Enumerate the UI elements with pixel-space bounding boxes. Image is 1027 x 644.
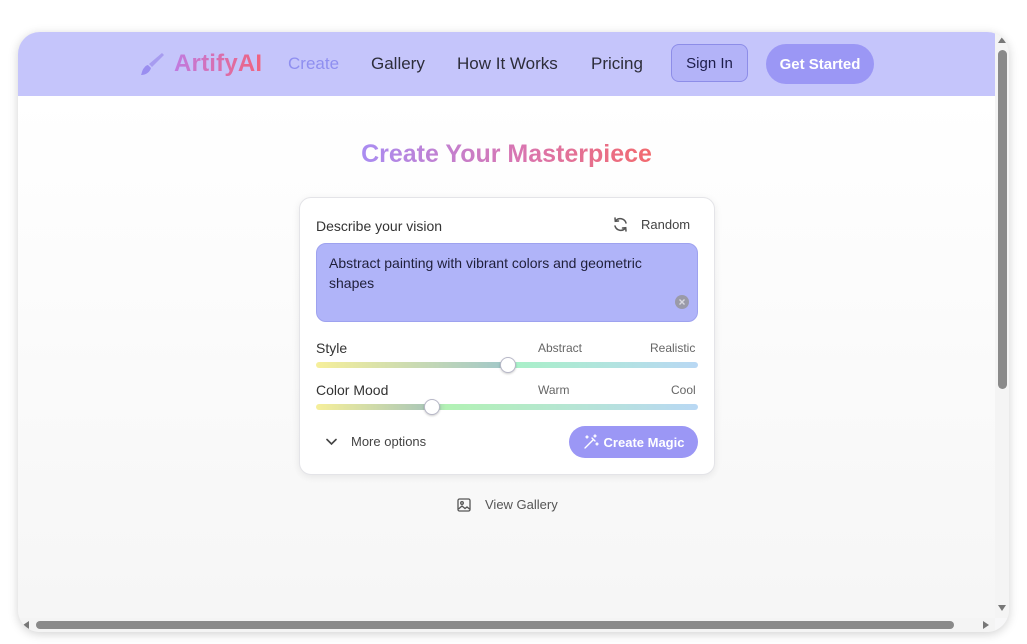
vision-label: Describe your vision — [316, 218, 443, 234]
horizontal-scroll-thumb[interactable] — [36, 621, 954, 629]
create-magic-button[interactable]: Create Magic — [569, 426, 698, 458]
scroll-up-arrow-icon[interactable] — [998, 37, 1006, 43]
prompt-input[interactable]: Abstract painting with vibrant colors an… — [316, 243, 698, 322]
chevron-down-icon — [326, 438, 337, 445]
nav-gallery[interactable]: Gallery — [371, 54, 425, 74]
view-gallery-link[interactable]: View Gallery — [457, 497, 558, 512]
nav-create[interactable]: Create — [288, 54, 339, 74]
more-options-label: More options — [351, 434, 427, 449]
browser-window: ArtifyAI Create Gallery How It Works Pri… — [18, 32, 1009, 632]
nav-pricing[interactable]: Pricing — [591, 54, 643, 74]
more-options-toggle[interactable]: More options — [326, 434, 426, 449]
page-title: Create Your Masterpiece — [18, 140, 995, 169]
color-mood-hint-warm: Warm — [538, 383, 570, 397]
style-label: Style — [316, 340, 348, 356]
color-mood-label: Color Mood — [316, 382, 389, 398]
get-started-button[interactable]: Get Started — [766, 44, 874, 84]
random-button[interactable]: Random — [612, 216, 690, 233]
color-mood-slider-track[interactable] — [316, 404, 698, 410]
brand-name: ArtifyAI — [174, 50, 263, 77]
view-gallery-label: View Gallery — [485, 497, 558, 512]
nav-how-it-works[interactable]: How It Works — [457, 54, 558, 74]
scroll-down-arrow-icon[interactable] — [998, 605, 1006, 611]
refresh-icon — [614, 217, 627, 232]
style-hint-realistic: Realistic — [650, 341, 696, 355]
page-title-text: Create Your Masterpiece — [361, 140, 652, 168]
brand-logo[interactable]: ArtifyAI — [138, 49, 262, 79]
vertical-scrollbar[interactable] — [995, 32, 1009, 618]
magic-wand-icon — [583, 434, 599, 449]
clear-icon[interactable] — [675, 295, 689, 309]
vertical-scroll-thumb[interactable] — [998, 50, 1007, 389]
style-slider-thumb[interactable] — [500, 357, 516, 373]
image-icon — [457, 497, 471, 512]
style-hint-abstract: Abstract — [538, 341, 583, 355]
color-mood-hint-cool: Cool — [671, 383, 696, 397]
horizontal-scrollbar[interactable] — [18, 618, 995, 632]
paintbrush-icon — [141, 53, 164, 75]
create-magic-label: Create Magic — [603, 434, 685, 450]
scroll-left-arrow-icon[interactable] — [23, 621, 29, 629]
create-card: Describe your vision Random Abstract pai… — [299, 197, 715, 475]
color-mood-slider-thumb[interactable] — [423, 399, 440, 415]
scroll-right-arrow-icon[interactable] — [983, 621, 989, 629]
sign-in-button[interactable]: Sign In — [671, 44, 748, 82]
top-navigation: ArtifyAI Create Gallery How It Works Pri… — [18, 32, 995, 96]
random-label: Random — [641, 217, 691, 232]
